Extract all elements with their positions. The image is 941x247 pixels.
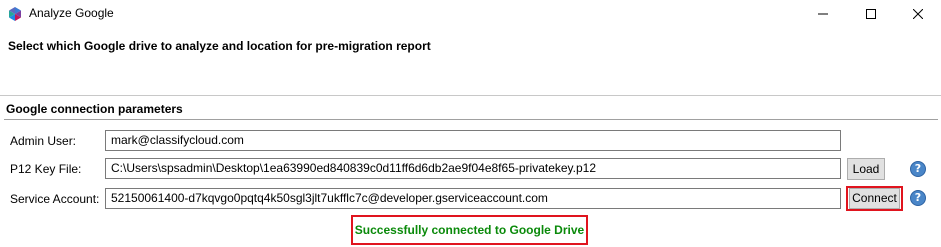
connection-status-message: Successfully connected to Google Drive xyxy=(351,215,588,245)
minimize-button[interactable] xyxy=(800,0,846,28)
close-button[interactable] xyxy=(895,0,941,28)
header-panel: Select which Google drive to analyze and… xyxy=(0,28,941,95)
service-account-label: Service Account: xyxy=(10,192,100,206)
load-button[interactable]: Load xyxy=(847,158,885,180)
p12-key-file-label: P12 Key File: xyxy=(10,162,82,176)
group-title: Google connection parameters xyxy=(6,102,183,116)
service-account-help-icon[interactable]: ? xyxy=(910,190,926,206)
maximize-button[interactable] xyxy=(848,0,894,28)
maximize-icon xyxy=(866,9,876,19)
p12-key-file-input[interactable]: C:\Users\spsadmin\Desktop\1ea63990ed8408… xyxy=(105,158,841,179)
header-separator xyxy=(0,95,941,96)
p12-help-icon[interactable]: ? xyxy=(910,161,926,177)
page-title: Select which Google drive to analyze and… xyxy=(8,39,431,53)
minimize-icon xyxy=(818,13,828,15)
group-divider xyxy=(4,119,938,120)
service-account-input[interactable]: 52150061400-d7kqvgo0pqtq4k50sgl3jlt7ukff… xyxy=(105,188,841,209)
admin-user-label: Admin User: xyxy=(10,134,77,148)
app-logo-icon xyxy=(9,7,21,21)
close-icon xyxy=(913,9,923,19)
admin-user-input[interactable]: mark@classifycloud.com xyxy=(105,130,841,151)
window-title: Analyze Google xyxy=(29,6,114,20)
connect-button[interactable]: Connect xyxy=(849,188,900,209)
title-bar: Analyze Google xyxy=(0,0,941,28)
analyze-google-window: Analyze Google Select which Google drive… xyxy=(0,0,941,247)
